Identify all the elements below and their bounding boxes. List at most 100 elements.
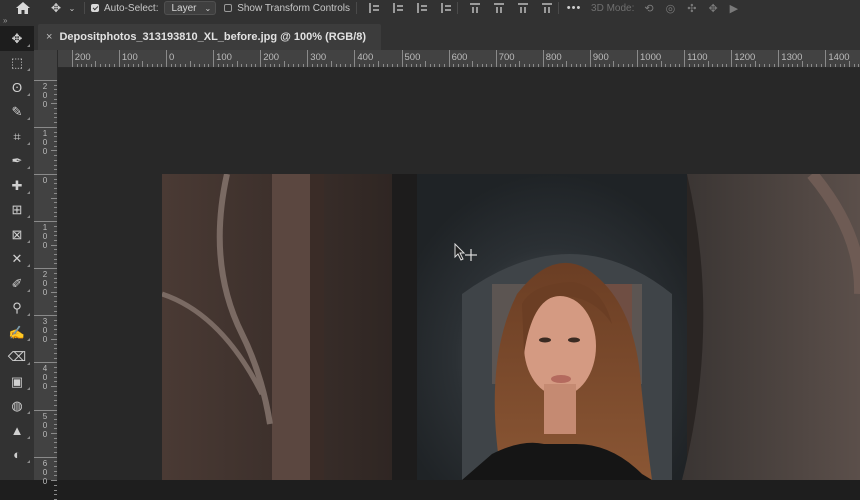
ruler-label: 800 (545, 52, 562, 63)
clone-stamp-tool[interactable]: ⚲ (0, 296, 34, 321)
align-bottom-icon[interactable] (518, 3, 529, 13)
ruler-label: 200 (42, 81, 48, 109)
patch-tool[interactable]: ⊞ (0, 198, 34, 223)
move-tool-preset-icon[interactable]: ✥ (46, 0, 66, 16)
ruler-minor-tick (54, 225, 57, 227)
ruler-minor-tick (54, 159, 57, 161)
ruler-minor-tick (264, 64, 266, 67)
brush-tool[interactable]: ✐ (0, 271, 34, 296)
ruler-minor-tick (54, 263, 57, 265)
auto-select-target-dropdown[interactable]: Layer ⌄ (164, 1, 217, 15)
auto-select-checkbox[interactable] (91, 4, 99, 12)
ruler-minor-tick (184, 64, 186, 67)
ruler-minor-tick (54, 287, 57, 289)
3d-slide-icon[interactable]: ✥ (708, 2, 717, 15)
auto-select-target-value: Layer (171, 2, 197, 14)
document-tab[interactable]: × Depositphotos_313193810_XL_before.jpg … (38, 24, 381, 50)
healing-brush-tool[interactable]: ✚ (0, 173, 34, 198)
collapse-panel-icon[interactable]: » (0, 16, 34, 26)
ruler-minor-tick (302, 64, 304, 67)
ruler-tick (34, 126, 57, 128)
ruler-label: 100 (121, 52, 138, 63)
ruler-minor-tick (820, 64, 822, 67)
ruler-minor-tick (156, 64, 158, 67)
ruler-minor-tick (54, 376, 57, 378)
align-vertical-center-icon[interactable] (494, 3, 505, 13)
3d-pan-icon[interactable]: ✣ (687, 2, 696, 15)
ruler-minor-tick (54, 451, 57, 453)
ruler-minor-tick (853, 64, 855, 67)
ruler-minor-tick (54, 249, 57, 251)
eyedropper-tool[interactable]: ✒ (0, 149, 34, 174)
ruler-minor-tick (54, 423, 57, 425)
3d-camera-icon[interactable]: ▶ (730, 2, 738, 15)
eraser-tool[interactable]: ⌫ (0, 345, 34, 370)
ruler-minor-tick (54, 178, 57, 180)
align-horizontal-center-icon[interactable] (393, 3, 404, 13)
ruler-minor-tick (392, 64, 394, 67)
ruler-label: 100 (42, 223, 48, 251)
ruler-minor-tick (594, 64, 596, 67)
align-left-icon[interactable] (369, 3, 380, 13)
ruler-label: 200 (74, 52, 91, 63)
home-icon[interactable] (0, 0, 46, 16)
history-brush-tool[interactable]: ✍ (0, 320, 34, 345)
sharpen-tool[interactable]: ▲ (0, 418, 34, 443)
ruler-minor-tick (552, 64, 554, 67)
3d-roll-icon[interactable]: ◎ (666, 2, 676, 15)
content-aware-move-tool[interactable]: ✕ (0, 247, 34, 272)
ruler-minor-tick (54, 235, 57, 237)
lasso-tool[interactable]: ʘ (0, 75, 34, 100)
ruler-minor-tick (783, 64, 784, 67)
dodge-tool[interactable]: ◐ (0, 443, 34, 468)
ruler-tick (34, 315, 57, 317)
ruler-minor-tick (481, 64, 483, 67)
ruler-origin[interactable] (34, 50, 58, 68)
ruler-minor-tick (54, 371, 57, 373)
horizontal-ruler[interactable]: 200 100 0 100 200 300 400 500 600 700 800 900 1000 11… (58, 50, 860, 68)
more-options-icon[interactable]: ••• (565, 0, 583, 16)
ruler-minor-tick (368, 64, 370, 67)
ruler-minor-tick (627, 64, 629, 67)
align-buttons (369, 3, 452, 13)
rectangular-marquee-tool[interactable]: ⬚ (0, 51, 34, 76)
distribute-vertical-icon[interactable] (441, 3, 452, 13)
3d-orbit-icon[interactable]: ⟲ (644, 2, 653, 15)
move-tool[interactable]: ✥ (0, 26, 34, 51)
ruler-minor-tick (54, 136, 57, 138)
ruler-minor-tick (180, 64, 182, 67)
ruler-tick (34, 362, 57, 364)
ruler-tick (401, 50, 403, 67)
ruler-minor-tick (54, 296, 57, 298)
ruler-minor-tick (217, 64, 219, 67)
quick-selection-tool[interactable]: ✎ (0, 100, 34, 125)
align-top-icon[interactable] (470, 3, 481, 13)
ruler-minor-tick (608, 64, 610, 67)
ruler-tick (34, 221, 57, 223)
frame-tool[interactable]: ⊠ (0, 222, 34, 247)
ruler-minor-tick (688, 64, 690, 67)
rectangular-marquee-icon: ⬚ (10, 55, 24, 71)
chevron-down-icon[interactable]: ⌄ (66, 0, 78, 16)
document-canvas[interactable] (58, 68, 860, 480)
vertical-ruler[interactable]: 200 100 0 100 200 300 400 500 600 (34, 68, 58, 500)
close-tab-icon[interactable]: × (46, 31, 52, 43)
show-transform-controls-checkbox[interactable] (224, 4, 233, 12)
tool-flyout-indicator (27, 337, 30, 341)
ruler-label: 500 (42, 411, 48, 439)
ruler-minor-tick (54, 310, 57, 312)
ruler-minor-tick (54, 470, 57, 472)
crop-tool[interactable]: ⌗ (0, 124, 34, 149)
align-right-icon[interactable] (417, 3, 428, 13)
divider (558, 2, 560, 14)
document-image[interactable] (162, 174, 860, 480)
distribute-horizontal-icon[interactable] (542, 3, 553, 13)
ruler-minor-tick (54, 117, 57, 119)
blur-tool[interactable]: ◍ (0, 394, 34, 419)
ruler-label: 100 (216, 52, 232, 63)
ruler-label: 0 (169, 52, 175, 63)
ruler-minor-tick (519, 61, 521, 67)
ruler-minor-tick (54, 428, 57, 430)
crop-icon: ⌗ (13, 128, 21, 144)
gradient-tool[interactable]: ▣ (0, 369, 34, 394)
